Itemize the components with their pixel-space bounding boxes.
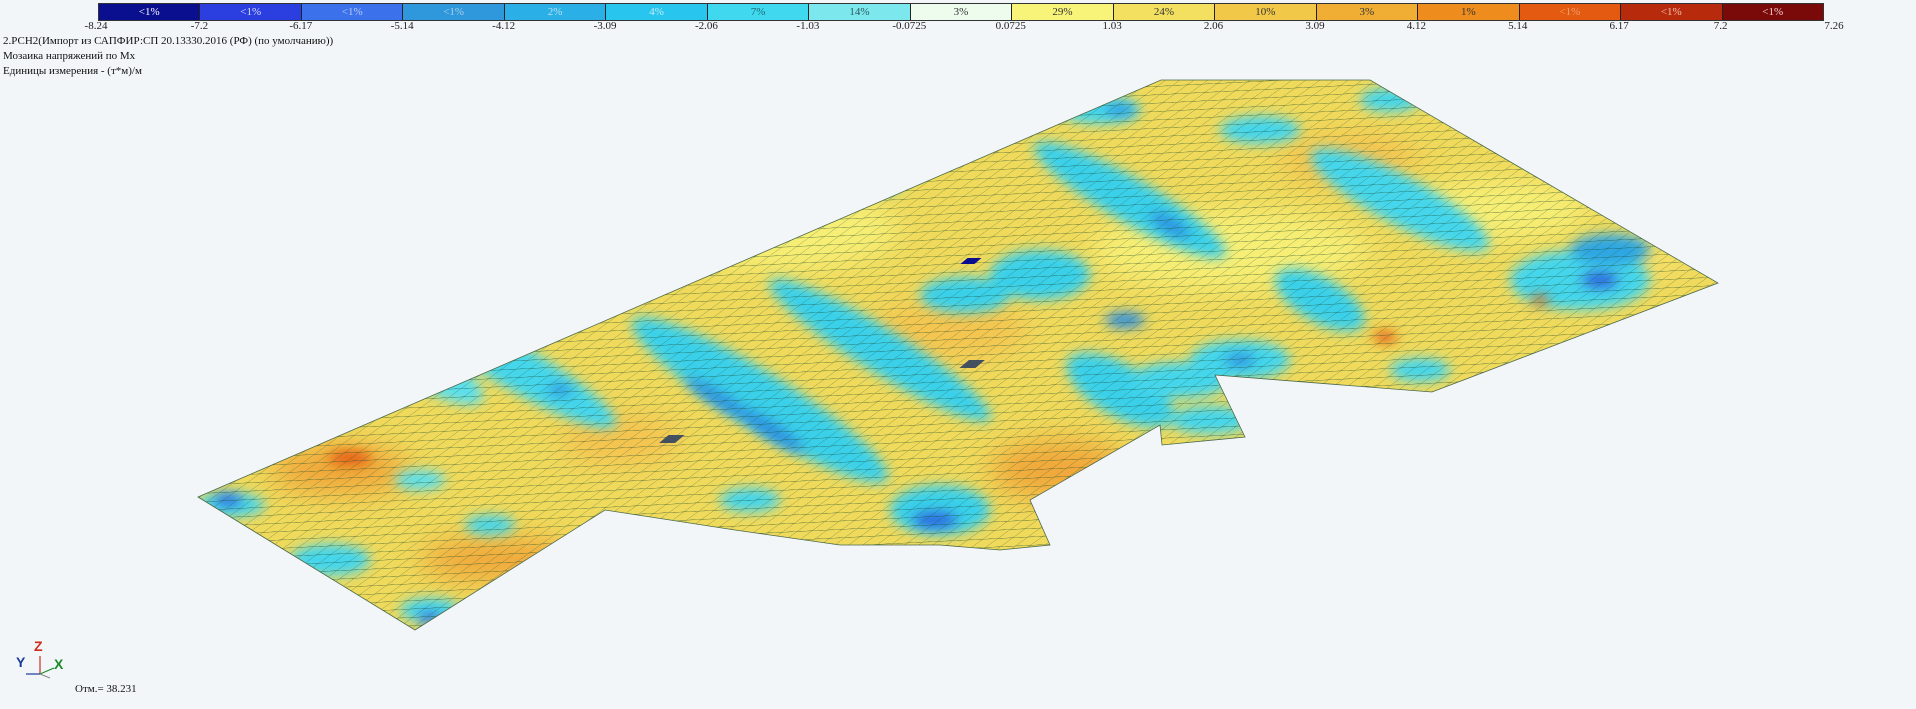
axis-triad: Z Y X	[14, 638, 74, 680]
slab-plate[interactable]	[0, 0, 1916, 709]
fe-mesh-lines	[198, 80, 1718, 630]
axis-z-label: Z	[34, 638, 43, 654]
axis-x-label: X	[54, 656, 64, 672]
slab-mosaic-svg[interactable]	[0, 0, 1916, 709]
result-viewport[interactable]: <1% <1% <1% <1% 2% 4% 7% 14% 3% 29% 24% 10% 3% 1% <1% <…	[0, 0, 1916, 709]
stress-mosaic-view[interactable]	[0, 0, 1916, 709]
axis-y-label: Y	[16, 654, 26, 670]
elevation-label: Отм.= 38.231	[75, 683, 137, 695]
